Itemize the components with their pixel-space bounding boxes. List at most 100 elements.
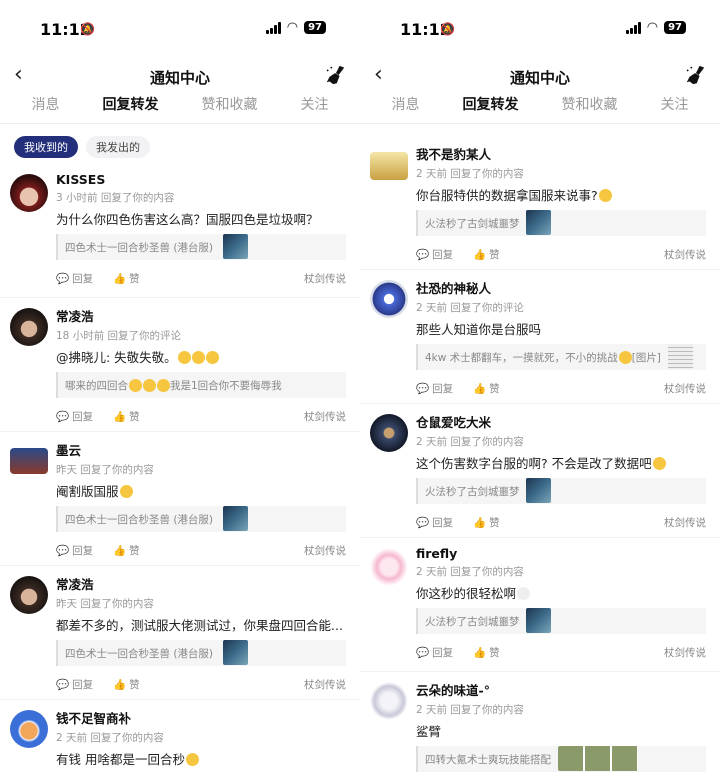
- reply-button[interactable]: 💬 回复: [416, 247, 453, 262]
- list-item[interactable]: 云朵的味道-° 2 天前 回复了你的内容 鲨臂 四转大氪术士爽玩技能搭配: [360, 672, 720, 782]
- tab-replies[interactable]: 回复转发: [103, 94, 159, 122]
- filter-sent[interactable]: 我发出的: [86, 136, 150, 158]
- reply-label: 回复: [432, 382, 454, 395]
- quoted-content[interactable]: 四色术士一回合秒圣兽 (港台服): [56, 506, 346, 532]
- user-name[interactable]: KISSES: [56, 164, 346, 187]
- user-name[interactable]: 钱不足智商补: [56, 700, 346, 727]
- like-button[interactable]: 👍 赞: [473, 247, 500, 262]
- battery-badge: 97: [304, 21, 326, 34]
- reply-button[interactable]: 💬 回复: [56, 677, 93, 692]
- quoted-content[interactable]: 火法秒了古剑城噩梦: [416, 608, 706, 634]
- tab-follows[interactable]: 关注: [301, 94, 329, 122]
- signal-icon: [625, 21, 641, 34]
- reply-button[interactable]: 💬 回复: [416, 515, 453, 530]
- quoted-content[interactable]: 火法秒了古剑城噩梦: [416, 210, 706, 236]
- tab-replies[interactable]: 回复转发: [463, 94, 519, 122]
- emoji-icon: [185, 753, 199, 766]
- avatar[interactable]: [370, 548, 408, 586]
- emoji-icon: [119, 485, 133, 498]
- clear-broom-icon[interactable]: [324, 64, 346, 86]
- user-name[interactable]: 常凌浩: [56, 566, 346, 593]
- user-name[interactable]: 常凌浩: [56, 298, 346, 325]
- source-game[interactable]: 杖剑传说: [304, 543, 346, 558]
- avatar[interactable]: [10, 710, 48, 748]
- list-item[interactable]: 社恐的神秘人 2 天前 回复了你的评论 那些人知道你是台服吗 4kw 术士都翻车…: [360, 270, 720, 404]
- reply-text[interactable]: 这个伤害数字台服的啊? 不会是改了数据吧: [416, 453, 706, 472]
- reply-text[interactable]: 你这秒的很轻松啊: [416, 583, 706, 602]
- user-name[interactable]: 社恐的神秘人: [416, 270, 706, 297]
- reply-text[interactable]: 为什么你四色伤害这么高？国服四色是垃圾啊？: [56, 209, 346, 228]
- avatar[interactable]: [370, 280, 408, 318]
- reply-text[interactable]: 你台服特供的数据拿国服来说事?: [416, 185, 706, 204]
- avatar[interactable]: [10, 308, 48, 346]
- reply-text[interactable]: 都差不多的，测试服大佬测试过，你果盘四回合能...: [56, 615, 346, 634]
- like-button[interactable]: 👍 赞: [113, 409, 140, 424]
- reply-button[interactable]: 💬 回复: [56, 409, 93, 424]
- avatar[interactable]: [10, 576, 48, 614]
- tab-likes[interactable]: 赞和收藏: [202, 94, 258, 122]
- quote-thumbnail: [526, 478, 551, 503]
- like-label: 赞: [129, 410, 140, 423]
- avatar[interactable]: [370, 682, 408, 720]
- like-button[interactable]: 👍 赞: [473, 645, 500, 660]
- list-item[interactable]: 仓鼠爱吃大米 2 天前 回复了你的内容 这个伤害数字台服的啊? 不会是改了数据吧…: [360, 404, 720, 538]
- quoted-content[interactable]: 哪来的四回合 我是1回合你不要侮辱我: [56, 372, 346, 398]
- reply-text[interactable]: 那些人知道你是台服吗: [416, 319, 706, 338]
- source-game[interactable]: 杖剑传说: [664, 247, 706, 262]
- list-item[interactable]: firefly 2 天前 回复了你的内容 你这秒的很轻松啊 火法秒了古剑城噩梦 …: [360, 538, 720, 672]
- quoted-content[interactable]: 4kw 术士都翻车，一摸就死，不小的挑战 [图片]: [416, 344, 706, 370]
- thumb-up-icon: 👍: [473, 646, 487, 659]
- quoted-content[interactable]: 四转大氪术士爽玩技能搭配: [416, 746, 706, 772]
- reply-button[interactable]: 💬 回复: [56, 271, 93, 286]
- like-label: 赞: [489, 646, 500, 659]
- list-item[interactable]: 常凌浩 18 小时前 回复了你的评论 @拂晓儿: 失敬失敬。 哪来的四回合 我是1…: [0, 298, 360, 432]
- reply-text[interactable]: @拂晓儿: 失敬失敬。: [56, 347, 346, 366]
- like-button[interactable]: 👍 赞: [473, 515, 500, 530]
- like-button[interactable]: 👍 赞: [113, 543, 140, 558]
- reply-button[interactable]: 💬 回复: [416, 645, 453, 660]
- reply-button[interactable]: 💬 回复: [56, 543, 93, 558]
- quoted-content[interactable]: 火法秒了古剑城噩梦: [416, 478, 706, 504]
- quoted-content[interactable]: 四色术士一回合秒圣兽 (港台服): [56, 234, 346, 260]
- battery-badge: 97: [664, 21, 686, 34]
- like-button[interactable]: 👍 赞: [473, 381, 500, 396]
- list-item[interactable]: 钱不足智商补 2 天前 回复了你的内容 有钱 用啥都是一回合秒: [0, 700, 360, 783]
- user-name[interactable]: 我不是豹某人: [416, 136, 706, 163]
- reply-text-content: 这个伤害数字台服的啊? 不会是改了数据吧: [416, 456, 652, 471]
- avatar[interactable]: [10, 448, 48, 474]
- reply-text[interactable]: 有钱 用啥都是一回合秒: [56, 749, 346, 768]
- comment-icon: 💬: [56, 678, 70, 691]
- source-game[interactable]: 杖剑传说: [304, 409, 346, 424]
- avatar[interactable]: [10, 174, 48, 212]
- clear-broom-icon[interactable]: [684, 64, 706, 86]
- list-item[interactable]: KISSES 3 小时前 回复了你的内容 为什么你四色伤害这么高？国服四色是垃圾…: [0, 164, 360, 298]
- reply-text[interactable]: 鲨臂: [416, 721, 706, 740]
- quote-text: 火法秒了古剑城噩梦: [425, 217, 520, 230]
- user-name[interactable]: 云朵的味道-°: [416, 672, 706, 699]
- tab-messages[interactable]: 消息: [392, 94, 420, 122]
- source-game[interactable]: 杖剑传说: [304, 271, 346, 286]
- like-button[interactable]: 👍 赞: [113, 677, 140, 692]
- reply-text[interactable]: 阉割版国服: [56, 481, 346, 500]
- page-title: 通知中心: [149, 69, 210, 87]
- source-game[interactable]: 杖剑传说: [304, 677, 346, 692]
- list-item[interactable]: 墨云 昨天 回复了你的内容 阉割版国服 四色术士一回合秒圣兽 (港台服) 💬 回复…: [0, 432, 360, 566]
- source-game[interactable]: 杖剑传说: [664, 381, 706, 396]
- filter-received[interactable]: 我收到的: [14, 136, 78, 158]
- tab-likes[interactable]: 赞和收藏: [562, 94, 618, 122]
- user-name[interactable]: 墨云: [56, 432, 346, 459]
- user-name[interactable]: 仓鼠爱吃大米: [416, 404, 706, 431]
- source-game[interactable]: 杖剑传说: [664, 645, 706, 660]
- avatar[interactable]: [370, 152, 408, 180]
- user-name[interactable]: firefly: [416, 538, 706, 561]
- tab-messages[interactable]: 消息: [32, 94, 60, 122]
- like-label: 赞: [129, 678, 140, 691]
- list-item[interactable]: 常凌浩 昨天 回复了你的内容 都差不多的，测试服大佬测试过，你果盘四回合能...…: [0, 566, 360, 700]
- source-game[interactable]: 杖剑传说: [664, 515, 706, 530]
- avatar[interactable]: [370, 414, 408, 452]
- reply-button[interactable]: 💬 回复: [416, 381, 453, 396]
- tab-follows[interactable]: 关注: [661, 94, 689, 122]
- list-item[interactable]: 我不是豹某人 2 天前 回复了你的内容 你台服特供的数据拿国服来说事? 火法秒了…: [360, 136, 720, 270]
- quoted-content[interactable]: 四色术士一回合秒圣兽 (港台服): [56, 640, 346, 666]
- like-button[interactable]: 👍 赞: [113, 271, 140, 286]
